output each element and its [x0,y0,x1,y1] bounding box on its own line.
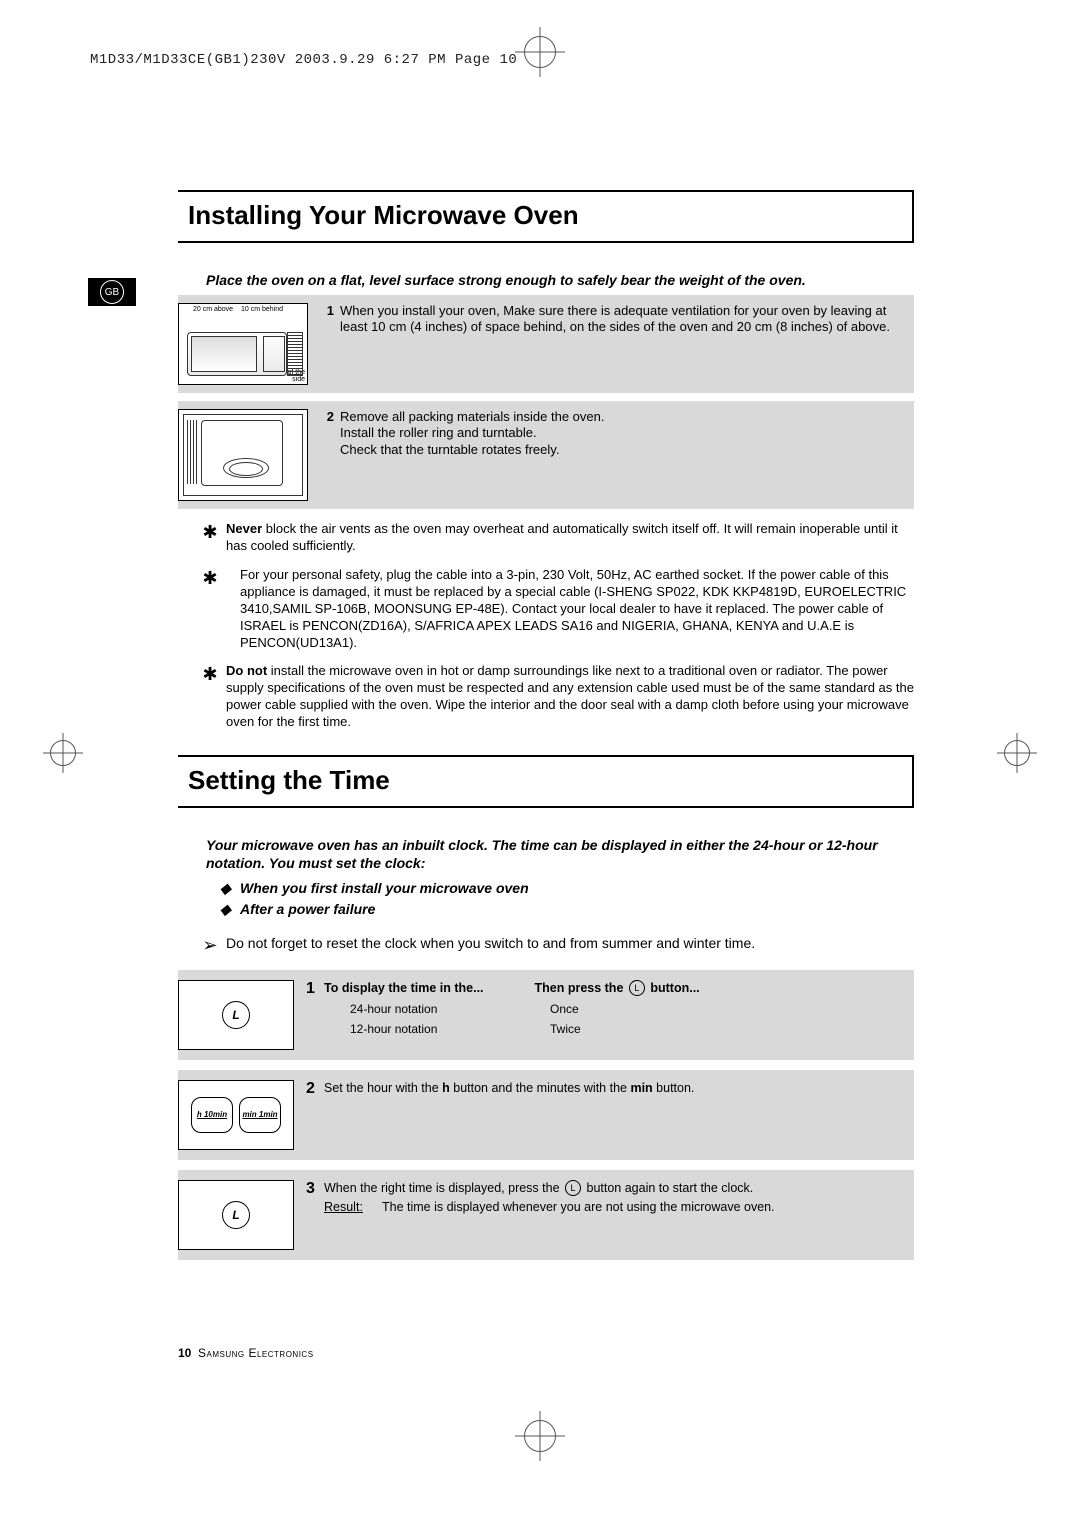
table-cell: Once [550,1001,690,1017]
asterisk-icon: ✱ [194,567,226,651]
h-button-icon: h 10min [191,1097,233,1133]
table-cell: 12-hour notation [350,1021,550,1037]
install-step-2: 2 Remove all packing materials inside th… [178,401,914,509]
microwave-clearance-illustration: 20 cm above 10 cm behind 10 cm of the si… [178,303,308,385]
page-content: Installing Your Microwave Oven Place the… [178,190,914,1270]
clearance-behind-label: 10 cm behind [241,306,283,313]
step-line: Check that the turntable rotates freely. [340,442,904,458]
language-tab: GB [88,278,136,306]
step-number: 1 [306,980,324,1050]
time-step-1: L 1 To display the time in the... Then p… [178,970,914,1060]
clock-icon: L [565,1180,581,1196]
warning-note-2: ✱ For your personal safety, plug the cab… [194,567,914,651]
clearance-above-label: 20 cm above [193,306,233,313]
print-header: M1D33/M1D33CE(GB1)230V 2003.9.29 6:27 PM… [90,52,517,68]
arrow-icon: ➢ [194,934,226,957]
result-text: The time is displayed whenever you are n… [382,1199,904,1216]
asterisk-icon: ✱ [194,521,226,555]
step-text: When the right time is displayed, press … [324,1181,563,1195]
asterisk-icon: ✱ [194,663,226,731]
note-lead: Do not [226,663,267,678]
table-cell: Twice [550,1021,690,1037]
warning-note-3: ✱ Do not install the microwave oven in h… [194,663,914,731]
step-line: Install the roller ring and turntable. [340,425,904,441]
step-text: button again to start the clock. [583,1181,753,1195]
note-body: block the air vents as the oven may over… [226,521,898,553]
bullet-text: When you first install your microwave ov… [240,878,529,899]
table-cell: 24-hour notation [350,1001,550,1017]
reminder-note: ➢ Do not forget to reset the clock when … [194,934,914,957]
clock-icon: L [222,1201,250,1229]
bullet-text: After a power failure [240,899,375,920]
table-head-right-a: Then press the [534,981,626,995]
step-number: 3 [306,1180,324,1250]
note-body: For your personal safety, plug the cable… [240,567,914,651]
crop-mark-top [524,36,556,68]
warning-note-1: ✱ Never block the air vents as the oven … [194,521,914,555]
step-body: Set the hour with the h button and the m… [324,1080,904,1150]
time-step-2: h 10min min 1min 2 Set the hour with the… [178,1070,914,1160]
clock-button-illustration: L [178,980,294,1050]
diamond-icon: ◆ [220,899,240,920]
step-text: button and the minutes with the [450,1081,631,1095]
page-number: 10 [178,1346,191,1360]
step-body: To display the time in the... Then press… [324,980,904,1050]
reminder-text: Do not forget to reset the clock when yo… [226,934,914,957]
note-lead: Never [226,521,262,536]
step-body: When the right time is displayed, press … [324,1180,904,1250]
microwave-interior-illustration [178,409,308,501]
diamond-icon: ◆ [220,878,240,899]
crop-mark-left [50,740,76,766]
section-title-installing: Installing Your Microwave Oven [178,190,914,243]
step-line: Remove all packing materials inside the … [340,409,904,425]
h-label: h [442,1081,450,1095]
install-intro: Place the oven on a flat, level surface … [206,271,914,289]
step-number: 2 [318,409,334,501]
min-label: min [630,1081,652,1095]
step-text: button. [653,1081,695,1095]
time-bullets: ◆When you first install your microwave o… [220,878,914,920]
note-body: install the microwave oven in hot or dam… [226,663,914,729]
crop-mark-bottom [524,1420,556,1452]
section-title-setting-time: Setting the Time [178,755,914,808]
result-label: Result: [324,1199,382,1216]
clock-icon: L [222,1001,250,1029]
step-text: Set the hour with the [324,1081,442,1095]
language-code: GB [100,280,124,304]
step-number: 2 [306,1080,324,1150]
step-text: Remove all packing materials inside the … [340,409,904,501]
clock-icon: L [629,980,645,996]
time-step-3: L 3 When the right time is displayed, pr… [178,1170,914,1260]
crop-mark-right [1004,740,1030,766]
table-head-right-b: button... [647,981,700,995]
install-step-1: 20 cm above 10 cm behind 10 cm of the si… [178,295,914,393]
page-footer: 10 Samsung Electronics [178,1346,314,1360]
min-button-icon: min 1min [239,1097,281,1133]
step-number: 1 [318,303,334,385]
hour-min-buttons-illustration: h 10min min 1min [178,1080,294,1150]
step-text: When you install your oven, Make sure th… [340,303,904,385]
footer-brand: Samsung Electronics [198,1346,314,1360]
time-intro: Your microwave oven has an inbuilt clock… [206,836,914,872]
table-head-left: To display the time in the... [324,981,484,995]
clock-button-illustration: L [178,1180,294,1250]
